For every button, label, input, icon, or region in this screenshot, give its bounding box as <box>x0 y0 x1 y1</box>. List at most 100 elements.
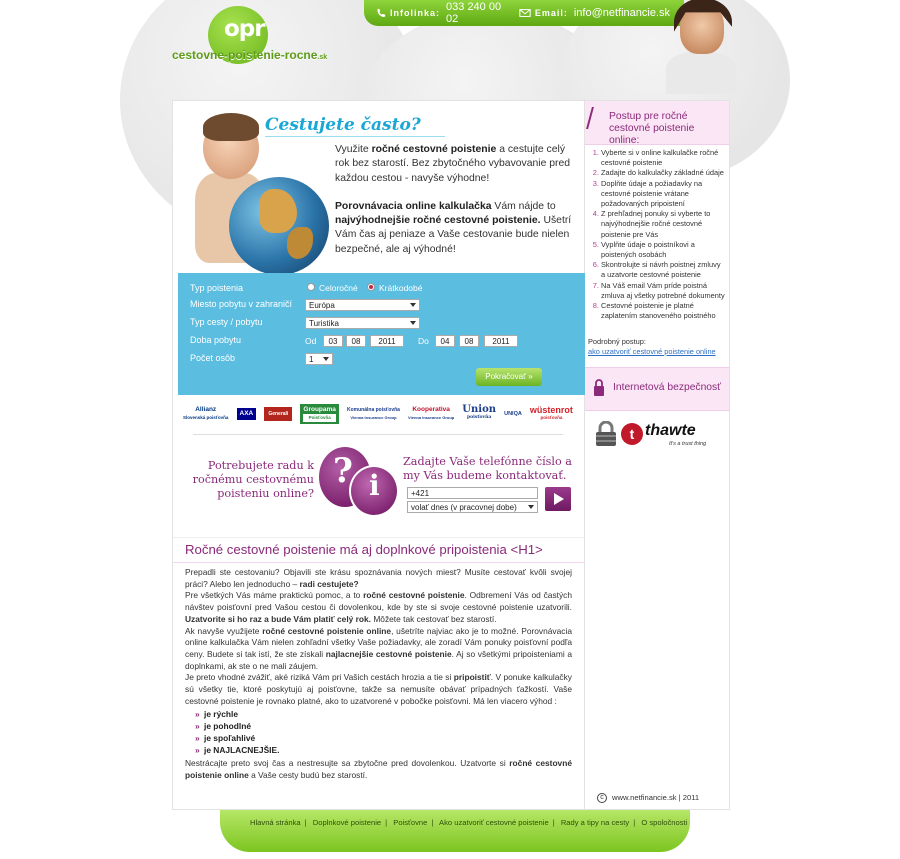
persons-label: Počet osôb <box>190 353 236 363</box>
phone-label: Infolinka: <box>390 8 441 18</box>
continue-button[interactable]: Pokračovať » <box>476 368 542 386</box>
thawte-tagline: It's a trust thing <box>669 441 707 447</box>
partner-logo[interactable]: AXA <box>236 408 257 420</box>
partner-logo[interactable]: Kooperativa Vienna Insurance Group <box>408 406 454 422</box>
to-month-input[interactable]: 08 <box>459 335 479 347</box>
to-year-input[interactable]: 2011 <box>484 335 518 347</box>
partner-sub: poisťovňa <box>467 415 492 420</box>
text: Využite <box>335 144 372 155</box>
separator: | <box>304 818 307 827</box>
text-bold: ročné cestovné poistenie online <box>262 625 392 636</box>
to-label: Do <box>418 336 429 346</box>
footer-link-about[interactable]: O spoločnosti <box>641 818 687 827</box>
radio-annual-label: Celoročné <box>319 283 358 293</box>
hero-text: Využite ročné cestovné poistenie a cestu… <box>335 143 580 271</box>
text: Vám nájde to <box>491 200 556 212</box>
text: Je preto vhodné zvážiť, aké riziká Vám p… <box>185 672 454 683</box>
partner-logo[interactable]: UNIQA <box>504 410 522 418</box>
email-address[interactable]: info@netfinancie.sk <box>574 7 670 19</box>
info-icon: i <box>369 469 380 502</box>
email-label: Email: <box>534 8 568 18</box>
divider <box>193 434 563 435</box>
security-header: Internetová bezpečnosť <box>585 367 729 411</box>
sidebar-header: Postup pre ročné cestovné poistenie onli… <box>585 101 729 146</box>
text-bold: najvýhodnejšie ročné cestovné poistenie. <box>335 215 541 227</box>
footer-link-supplementary[interactable]: Doplnkové poistenie <box>313 818 381 827</box>
hero-title: Cestujete často? <box>265 115 445 137</box>
callback-prompt: Zadajte Vaše telefónne číslo a my Vás bu… <box>403 455 572 482</box>
partner-name: UNIQA <box>504 411 522 417</box>
footer-link-how-to[interactable]: Ako uzatvoriť cestovné poistenie <box>439 818 549 827</box>
partner-logo[interactable]: Groupama Poisťovňa <box>300 404 339 424</box>
detail-link[interactable]: ako uzatvoriť cestovné poistenie online <box>588 347 716 356</box>
partner-logo[interactable]: Generali <box>264 407 293 421</box>
copyright-text: www.netfinancie.sk | 2011 <box>612 793 700 802</box>
partner-logo[interactable]: Union poisťovňa <box>462 405 496 422</box>
partner-logo[interactable]: Allianz Slovenská poisťovňa <box>183 406 228 422</box>
site-logo[interactable]: opr cestovne-poistenie-rocne.sk <box>172 6 342 66</box>
callback-question: Potrebujete radu k ročnému cestovnému po… <box>192 459 314 500</box>
main-panel: Cestujete často? Využite ročné cestovné … <box>172 100 585 810</box>
operator-body <box>666 52 736 94</box>
page-title: Ročné cestovné poistenie má aj doplnkové… <box>185 542 543 557</box>
text: Pre všetkých Vás máme praktickú pomoc, a… <box>185 590 364 601</box>
phone-contact: Infolinka: 033 240 00 02 <box>376 1 505 25</box>
list-item: je pohodlné <box>195 721 572 733</box>
residence-label: Miesto pobytu v zahraničí <box>190 299 293 309</box>
padlock-icon <box>596 421 616 446</box>
globe-land <box>259 189 297 233</box>
residence-select[interactable]: Európa <box>305 299 420 311</box>
radio-annual[interactable] <box>307 283 315 291</box>
text-bold: ročné cestovné poistenie <box>371 144 497 155</box>
period-label: Doba pobytu <box>190 335 242 345</box>
from-label: Od <box>305 336 317 346</box>
article-header: Ročné cestovné poistenie má aj doplnkové… <box>173 537 584 563</box>
list-item: je NAJLACNEJŠIE. <box>195 745 572 757</box>
footer-band <box>220 808 690 852</box>
partner-sub: Slovenská poisťovňa <box>183 415 229 420</box>
partner-logo[interactable]: wüstenrot poisťovňa <box>530 406 573 422</box>
partner-name: wüstenrot <box>529 405 573 415</box>
text-bold: pripoistiť <box>453 672 491 683</box>
thawte-seal[interactable]: t thawte It's a trust thing <box>595 417 715 453</box>
text-bold: Porovnávacia online kalkulačka <box>335 200 492 212</box>
step-item: Na Váš email Vám príde poistná zmluva aj… <box>601 281 726 301</box>
step-item: Vyplňte údaje o poistníkovi a poistených… <box>601 240 726 260</box>
thawte-t-icon: t <box>621 423 643 445</box>
insurance-calculator: Typ poistenia Celoročné Krátkodobé Miest… <box>178 273 585 395</box>
phone-number[interactable]: 033 240 00 02 <box>446 1 505 25</box>
partner-sub: Poisťovňa <box>303 414 336 422</box>
contact-bar: Infolinka: 033 240 00 02 Email: info@net… <box>364 0 684 26</box>
call-time-select[interactable]: volať dnes (v pracovnej dobe) <box>407 501 538 513</box>
persons-select[interactable]: 1 <box>305 353 333 365</box>
hero-paragraph-2: Porovnávacia online kalkulačka Vám nájde… <box>335 200 580 257</box>
footer-link-insurers[interactable]: Poisťovne <box>393 818 427 827</box>
trip-type-select[interactable]: Turistika <box>305 317 420 329</box>
article-paragraph: Je preto vhodné zvážiť, aké riziká Vám p… <box>185 672 572 707</box>
text: Prepadli ste cestovaniu? Objavili ste kr… <box>185 567 572 589</box>
divider <box>173 562 584 563</box>
step-item: Z prehľadnej ponuky si vyberte to najvýh… <box>601 209 726 240</box>
from-month-input[interactable]: 08 <box>346 335 366 347</box>
radio-short-term[interactable] <box>367 283 375 291</box>
send-callback-button[interactable] <box>545 487 571 511</box>
partner-logo[interactable]: Komunálna poisťovňa Vienna Insurance Grou… <box>347 406 400 422</box>
sidebar: Postup pre ročné cestovné poistenie onli… <box>585 100 730 810</box>
footer-link-tips[interactable]: Rady a tipy na cesty <box>561 818 629 827</box>
text: Môžete tak cestovať bez starostí. <box>371 613 497 624</box>
globe <box>229 177 329 275</box>
from-day-input[interactable]: 03 <box>323 335 343 347</box>
partner-sub: poisťovňa <box>540 415 563 420</box>
phone-number-input[interactable]: +421 <box>407 487 538 499</box>
footer-link-home[interactable]: Hlavná stránka <box>250 818 301 827</box>
separator: | <box>552 818 555 827</box>
logo-tld: .sk <box>317 54 328 61</box>
to-day-input[interactable]: 04 <box>435 335 455 347</box>
separator: | <box>633 818 636 827</box>
hero-paragraph-1: Využite ročné cestovné poistenie a cestu… <box>335 143 580 186</box>
article-paragraph: Prepadli ste cestovaniu? Objavili ste kr… <box>185 567 572 590</box>
text-bold: najlacnejšie cestovné poistenie <box>325 648 452 659</box>
list-item: je spoľahlivé <box>195 733 572 745</box>
from-year-input[interactable]: 2011 <box>370 335 404 347</box>
hero: Cestujete často? Využite ročné cestovné … <box>173 101 584 275</box>
